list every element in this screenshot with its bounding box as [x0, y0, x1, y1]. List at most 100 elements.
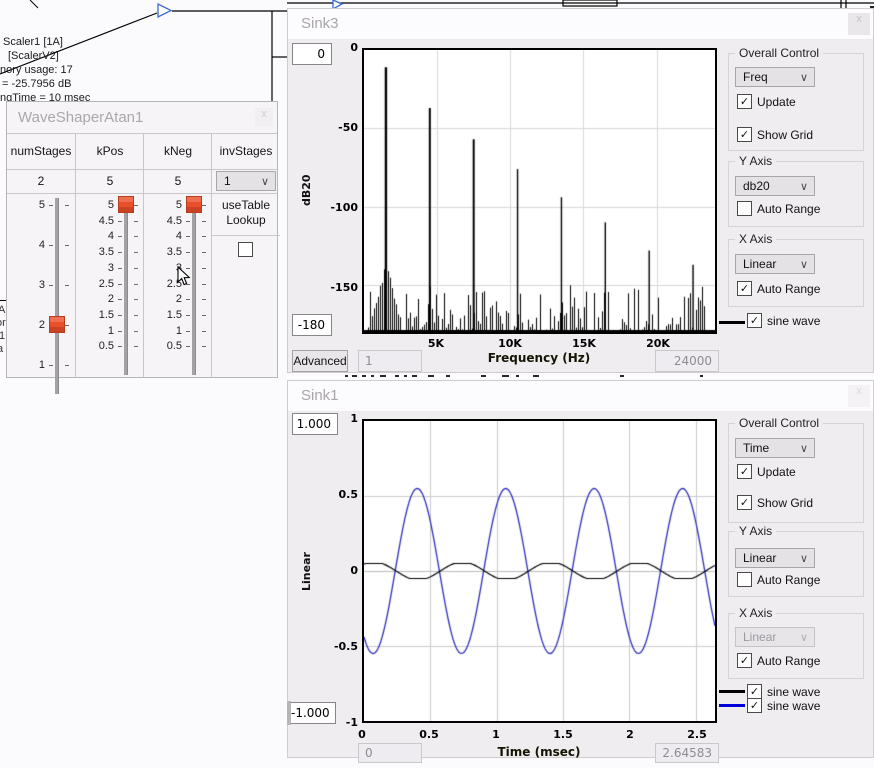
slider-tick-label: 1 — [148, 325, 182, 337]
y-min-box[interactable]: -180 — [292, 314, 332, 336]
legend-label: sine wave — [767, 314, 820, 328]
slider-tick-mark — [186, 315, 190, 316]
y-auto-range-label: Auto Range — [757, 573, 820, 587]
invstages-dropdown[interactable]: 1∨ — [216, 171, 276, 191]
sink1-titlebar[interactable]: Sink1 x — [288, 381, 873, 412]
y-auto-range-checkbox[interactable] — [737, 572, 752, 587]
legend-checkbox[interactable]: ✓ — [747, 684, 762, 699]
usetable-checkbox[interactable] — [238, 242, 253, 257]
waveshaper-title: WaveShaperAtan1 — [18, 109, 143, 126]
slider-tick-mark — [118, 221, 122, 222]
axis-tick-label: 20K — [636, 337, 680, 350]
axis-tick-label: 0 — [340, 728, 384, 741]
x-axis-title: Time (msec) — [498, 745, 581, 759]
x-axis-title: Frequency (Hz) — [488, 351, 590, 365]
show-grid-checkbox[interactable]: ✓ — [737, 127, 752, 142]
chevron-down-icon: ∨ — [800, 256, 808, 274]
x-min-input[interactable]: 1 — [358, 350, 422, 372]
ws-column-value: 2 — [7, 170, 75, 193]
slider-tick-label: 3.5 — [148, 246, 182, 258]
slider-tick-mark — [118, 315, 122, 316]
show-grid-label: Show Grid — [757, 128, 813, 142]
slider-tick-mark — [186, 221, 190, 222]
slider-tick-mark — [186, 299, 190, 300]
slider-tick-mark — [186, 252, 190, 253]
chevron-down-icon: ∨ — [261, 173, 269, 191]
y-axis-title: Linear — [300, 537, 313, 607]
overall-control-dropdown[interactable]: Freq ∨ — [735, 67, 815, 87]
x-max-input[interactable]: 2.64583 — [655, 743, 719, 763]
legend-line-swatch — [719, 690, 745, 693]
scaler-text-line: = -25.7956 dB — [2, 78, 71, 90]
overall-control-dropdown[interactable]: Time ∨ — [735, 438, 815, 458]
slider-tick-label: 0.5 — [80, 340, 114, 352]
y-axis-dropdown[interactable]: Linear ∨ — [735, 548, 815, 568]
slider-tick-label: 5 — [148, 199, 182, 211]
chevron-down-icon: ∨ — [800, 629, 808, 647]
slider-tick-mark — [49, 205, 53, 206]
usetable-label: useTable — [212, 198, 280, 213]
axis-tick-label: -50 — [314, 121, 358, 134]
ws-column-kPos: kPos554.543.532.521.510.5 — [75, 134, 144, 377]
group-label: Overall Control — [735, 46, 823, 60]
slider-tick-mark — [134, 299, 138, 300]
update-checkbox[interactable]: ✓ — [737, 94, 752, 109]
ws-column-header: kNeg — [144, 134, 212, 169]
x-min-input[interactable]: 0 — [358, 743, 422, 763]
legend-line-swatch — [719, 704, 745, 707]
slider-tick-mark — [186, 236, 190, 237]
spectrum-canvas — [364, 50, 715, 332]
y-axis-dropdown[interactable]: db20 ∨ — [735, 176, 815, 196]
slider-tick-mark — [65, 325, 69, 326]
slider-tick-mark — [134, 346, 138, 347]
sink3-titlebar[interactable]: Sink3 x — [288, 9, 873, 40]
scrollbar-fragment — [287, 701, 291, 725]
close-icon[interactable]: x — [848, 385, 870, 407]
update-label: Update — [757, 95, 796, 109]
x-axis-dropdown[interactable]: Linear ∨ — [735, 254, 815, 274]
scaler-text-line: Scaler1 [1A] — [3, 36, 63, 48]
slider-tick-label: 4 — [11, 239, 45, 251]
x-auto-range-checkbox[interactable]: ✓ — [737, 281, 752, 296]
slider-thumb[interactable] — [49, 316, 65, 333]
slider-thumb[interactable] — [118, 196, 134, 213]
slider-tick-mark — [202, 268, 206, 269]
slider-tick-mark — [118, 236, 122, 237]
chevron-down-icon: ∨ — [800, 178, 808, 196]
axis-tick-label: 0.5 — [314, 488, 358, 501]
update-checkbox[interactable]: ✓ — [737, 464, 752, 479]
slider-tick-label: 1 — [80, 325, 114, 337]
x-auto-range-checkbox[interactable]: ✓ — [737, 653, 752, 668]
x-max-input[interactable]: 24000 — [655, 350, 719, 372]
slider-tick-mark — [134, 331, 138, 332]
slider-tick-label: 4 — [148, 230, 182, 242]
axis-tick-label: 2.5 — [675, 728, 719, 741]
slider-tick-mark — [134, 284, 138, 285]
axis-tick-label: -100 — [314, 201, 358, 214]
slider-tick-mark — [134, 315, 138, 316]
slider-track — [55, 198, 59, 394]
show-grid-checkbox[interactable]: ✓ — [737, 495, 752, 510]
desktop: Scaler1 [1A] [ScalerV2] nory usage: 17 =… — [0, 0, 874, 768]
slider-tick-mark — [186, 331, 190, 332]
slider-tick-mark — [202, 299, 206, 300]
x-axis-dropdown[interactable]: Linear ∨ — [735, 627, 815, 647]
legend-checkbox[interactable]: ✓ — [747, 698, 762, 713]
close-icon[interactable]: x — [255, 108, 273, 126]
group-label: X Axis — [735, 606, 776, 620]
slider-tick-mark — [49, 365, 53, 366]
slider-tick-mark — [202, 236, 206, 237]
slider-tick-label: 3.5 — [80, 246, 114, 258]
y-auto-range-checkbox[interactable] — [737, 201, 752, 216]
ws-column-value: 5 — [76, 170, 144, 193]
slider-tick-mark — [202, 252, 206, 253]
close-icon[interactable]: x — [848, 13, 870, 35]
slider-tick-mark — [49, 285, 53, 286]
scope-canvas — [364, 421, 715, 721]
slider-tick-mark — [202, 346, 206, 347]
legend-checkbox[interactable]: ✓ — [747, 313, 762, 328]
axis-tick-label: -150 — [314, 281, 358, 294]
slider-thumb[interactable] — [186, 196, 202, 213]
slider-tick-mark — [65, 285, 69, 286]
advanced-button[interactable]: Advanced — [292, 350, 348, 372]
